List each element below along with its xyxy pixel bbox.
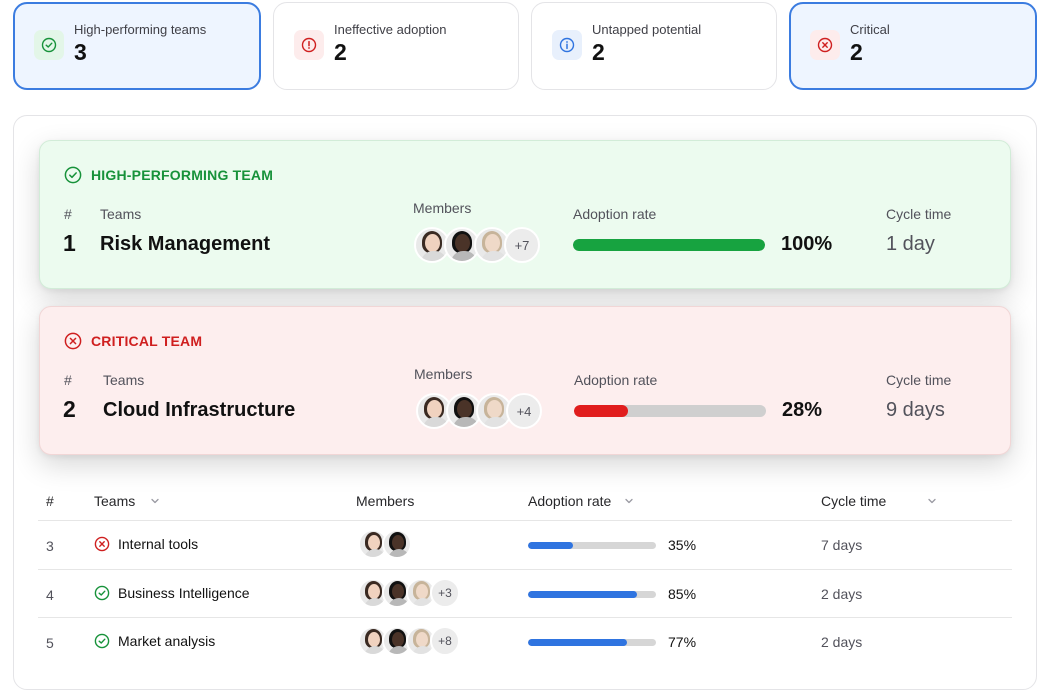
adoption-bar [574, 405, 766, 417]
adoption-bar-fill [528, 591, 637, 598]
check-circle-icon [94, 633, 110, 649]
stat-value: 2 [334, 39, 347, 65]
row-team-name: Internal tools [118, 536, 199, 552]
chevron-down-icon[interactable] [149, 495, 161, 507]
row-team-name: Business Intelligence [118, 585, 250, 601]
team-rank: 1 [63, 230, 76, 256]
alert-circle-icon [294, 30, 324, 60]
row-rank: 5 [46, 635, 54, 651]
tag-label: HIGH-PERFORMING TEAM [91, 167, 274, 183]
adoption-percent: 35% [668, 537, 697, 553]
check-circle-icon [64, 166, 82, 184]
stat-label: High-performing teams [74, 22, 207, 37]
cycle-time: 9 days [886, 399, 945, 421]
adoption-percent: 85% [668, 586, 697, 602]
featured-high-performing-team[interactable]: HIGH-PERFORMING TEAM # Teams Members Ado… [39, 140, 1011, 289]
column-header-members-label: Members [356, 493, 415, 509]
column-header-adoption[interactable]: Adoption rate [528, 493, 635, 509]
more-members-badge[interactable]: +7 [504, 227, 540, 263]
stat-label: Ineffective adoption [334, 22, 447, 37]
row-team[interactable]: Internal tools [94, 536, 198, 552]
adoption-bar-fill [574, 405, 628, 417]
column-header-cycle-label: Cycle time [821, 493, 887, 509]
header-members: Members [414, 366, 473, 382]
adoption-bar-fill [573, 239, 765, 251]
featured-critical-team[interactable]: CRITICAL TEAM # Teams Members Adoption r… [39, 306, 1011, 455]
x-circle-icon [810, 30, 840, 60]
info-circle-icon [552, 30, 582, 60]
adoption-bar [528, 639, 656, 646]
adoption-bar [528, 542, 656, 549]
member-avatars[interactable]: +3 [358, 578, 460, 608]
stat-label: Critical [850, 22, 890, 37]
row-rank: 4 [46, 587, 54, 603]
stat-value: 2 [850, 39, 863, 65]
team-name[interactable]: Cloud Infrastructure [103, 399, 295, 422]
team-rank: 2 [63, 396, 76, 422]
header-teams: Teams [103, 372, 145, 388]
tag-label: CRITICAL TEAM [91, 333, 203, 349]
adoption-percent: 28% [782, 399, 823, 421]
more-members-badge[interactable]: +8 [430, 626, 460, 656]
adoption-bar [528, 591, 656, 598]
high-performing-tag: HIGH-PERFORMING TEAM [64, 166, 273, 184]
adoption-percent: 100% [781, 233, 833, 255]
header-adoption: Adoption rate [574, 372, 658, 388]
check-circle-icon [94, 585, 110, 601]
header-members: Members [413, 200, 472, 216]
cycle-time: 1 day [886, 233, 935, 255]
header-cycle: Cycle time [886, 372, 952, 388]
stat-label: Untapped potential [592, 22, 702, 37]
member-avatars[interactable]: +8 [358, 626, 460, 656]
stat-card-critical[interactable]: Critical 2 [789, 2, 1037, 90]
stat-value: 3 [74, 39, 87, 65]
adoption-bar [573, 239, 765, 251]
column-header-num: # [46, 493, 54, 509]
stat-value: 2 [592, 39, 605, 65]
header-teams: Teams [100, 206, 142, 222]
member-avatars[interactable] [358, 529, 412, 559]
table-row[interactable]: 3 Internal tools 35% 7 days [38, 521, 1012, 569]
adoption-percent: 77% [668, 634, 697, 650]
header-cycle: Cycle time [886, 206, 952, 222]
adoption-bar-fill [528, 542, 573, 549]
table-row[interactable]: 5 Market analysis +8 77% 2 days [38, 618, 1012, 666]
stat-card-high-performing[interactable]: High-performing teams 3 [13, 2, 261, 90]
header-adoption: Adoption rate [573, 206, 657, 222]
row-team-name: Market analysis [118, 633, 216, 649]
header-num: # [64, 206, 72, 222]
member-avatars[interactable]: +4 [416, 393, 542, 429]
avatar [382, 529, 412, 559]
column-header-adoption-label: Adoption rate [528, 493, 612, 509]
row-team[interactable]: Business Intelligence [94, 585, 250, 601]
more-members-badge[interactable]: +3 [430, 578, 460, 608]
check-circle-icon [34, 30, 64, 60]
team-name[interactable]: Risk Management [100, 233, 270, 256]
column-header-teams-label: Teams [94, 493, 136, 509]
column-header-teams[interactable]: Teams [94, 493, 161, 509]
cycle-time: 7 days [821, 537, 863, 553]
chevron-down-icon[interactable] [623, 495, 635, 507]
cycle-time: 2 days [821, 586, 863, 602]
chevron-down-icon[interactable] [926, 495, 938, 507]
critical-tag: CRITICAL TEAM [64, 332, 202, 350]
member-avatars[interactable]: +7 [414, 227, 540, 263]
column-header-num-label: # [46, 493, 54, 509]
row-team[interactable]: Market analysis [94, 633, 215, 649]
row-rank: 3 [46, 538, 54, 554]
more-members-badge[interactable]: +4 [506, 393, 542, 429]
stat-card-ineffective-adoption[interactable]: Ineffective adoption 2 [273, 2, 519, 90]
adoption-bar-fill [528, 639, 627, 646]
x-circle-icon [94, 536, 110, 552]
header-num: # [64, 372, 72, 388]
x-circle-icon [64, 332, 82, 350]
cycle-time: 2 days [821, 634, 863, 650]
column-header-cycle[interactable]: Cycle time [821, 493, 938, 509]
stat-card-untapped-potential[interactable]: Untapped potential 2 [531, 2, 777, 90]
table-row[interactable]: 4 Business Intelligence +3 85% 2 days [38, 570, 1012, 618]
column-header-members: Members [356, 493, 414, 509]
